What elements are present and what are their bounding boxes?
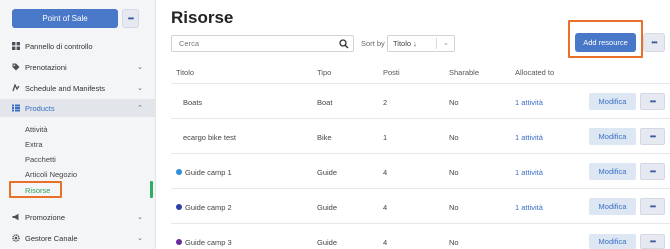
row-type: Guide bbox=[317, 168, 338, 177]
divider bbox=[171, 223, 670, 224]
row-more-button[interactable]: ••• bbox=[640, 234, 665, 249]
row-type: Bike bbox=[317, 133, 332, 142]
row-allocated-link[interactable]: 1 attività bbox=[515, 133, 543, 142]
row-title-cell: Guide camp 2 bbox=[176, 203, 232, 212]
more-options-button[interactable]: ••• bbox=[643, 33, 665, 52]
row-title-cell: Guide camp 3 bbox=[176, 238, 232, 247]
divider bbox=[171, 118, 670, 119]
row-sharable: No bbox=[449, 238, 459, 247]
risorse-highlight-box bbox=[9, 181, 62, 198]
chevron-down-icon: ⌄ bbox=[137, 64, 143, 71]
row-title: Guide camp 1 bbox=[185, 168, 232, 177]
sidebar: Point of Sale ••• Pannello di controllo … bbox=[0, 0, 156, 249]
sidebar-item-gestore-canale[interactable]: Gestore Canale ⌄ bbox=[0, 229, 155, 247]
edit-button[interactable]: Modifica bbox=[589, 128, 636, 145]
search-icon[interactable] bbox=[339, 39, 349, 49]
sidebar-item-label: Promozione bbox=[25, 212, 66, 222]
row-title: ecargo bike test bbox=[183, 133, 236, 142]
color-dot bbox=[176, 169, 182, 176]
row-more-button[interactable]: ••• bbox=[640, 93, 665, 110]
column-header-allocated[interactable]: Allocated to bbox=[515, 68, 554, 77]
row-allocated-link[interactable]: 1 attività bbox=[515, 168, 543, 177]
gear-icon bbox=[11, 234, 20, 243]
search-input[interactable]: Cerca bbox=[171, 35, 354, 52]
divider bbox=[436, 38, 437, 49]
divider bbox=[171, 83, 670, 84]
megaphone-icon bbox=[11, 213, 20, 222]
chevron-down-icon: ⌄ bbox=[443, 40, 449, 47]
row-more-button[interactable]: ••• bbox=[640, 128, 665, 145]
sidebar-item-label: Schedule and Manifests bbox=[25, 83, 106, 93]
row-title: Boats bbox=[183, 98, 203, 107]
sidebar-item-label: Products bbox=[25, 103, 55, 113]
sort-select[interactable]: Titolo ↓ ⌄ bbox=[387, 35, 455, 52]
chevron-down-icon: ⌄ bbox=[137, 214, 143, 221]
chevron-up-icon: ⌃ bbox=[137, 105, 143, 112]
row-seats: 4 bbox=[383, 238, 388, 247]
divider bbox=[171, 153, 670, 154]
tag-icon bbox=[11, 63, 20, 72]
row-seats: 1 bbox=[383, 133, 388, 142]
edit-button[interactable]: Modifica bbox=[589, 163, 636, 180]
color-dot bbox=[176, 239, 182, 246]
column-header-posti[interactable]: Posti bbox=[383, 68, 400, 77]
sidebar-item-schedule[interactable]: Schedule and Manifests ⌄ bbox=[0, 79, 155, 97]
row-title-cell: Guide camp 1 bbox=[176, 168, 232, 177]
row-type: Guide bbox=[317, 238, 338, 247]
column-header-sharable[interactable]: Sharable bbox=[449, 68, 479, 77]
row-allocated-link[interactable]: 1 attività bbox=[515, 203, 543, 212]
chevron-down-icon: ⌄ bbox=[137, 235, 143, 242]
row-type: Guide bbox=[317, 203, 338, 212]
active-indicator bbox=[150, 181, 153, 198]
dashboard-grid-icon bbox=[11, 42, 20, 51]
row-sharable: No bbox=[449, 203, 459, 212]
sidebar-item-products[interactable]: Products ⌃ bbox=[0, 99, 155, 117]
column-header-tipo[interactable]: Tipo bbox=[317, 68, 331, 77]
row-allocated-link[interactable]: 1 attività bbox=[515, 98, 543, 107]
column-header-titolo[interactable]: Titolo bbox=[176, 68, 194, 77]
edit-button[interactable]: Modifica bbox=[589, 234, 636, 249]
route-icon bbox=[11, 84, 20, 93]
sidebar-subitem-pacchetti[interactable]: Pacchetti bbox=[25, 153, 56, 165]
search-placeholder: Cerca bbox=[179, 39, 200, 48]
add-resource-button[interactable]: Add resource bbox=[575, 33, 636, 52]
sidebar-item-dashboard[interactable]: Pannello di controllo bbox=[0, 37, 155, 55]
row-sharable: No bbox=[449, 133, 459, 142]
row-sharable: No bbox=[449, 168, 459, 177]
sort-value: Titolo ↓ bbox=[393, 39, 417, 48]
sidebar-item-prenotazioni[interactable]: Prenotazioni ⌄ bbox=[0, 58, 155, 76]
divider bbox=[171, 188, 670, 189]
edit-button[interactable]: Modifica bbox=[589, 93, 636, 110]
row-seats: 2 bbox=[383, 98, 388, 107]
page-title: Risorse bbox=[171, 8, 234, 27]
row-sharable: No bbox=[449, 98, 459, 107]
sidebar-item-label: Prenotazioni bbox=[25, 62, 67, 72]
edit-button[interactable]: Modifica bbox=[589, 198, 636, 215]
row-type: Boat bbox=[317, 98, 333, 107]
sidebar-subitem-extra[interactable]: Extra bbox=[25, 138, 43, 150]
row-title: Guide camp 2 bbox=[185, 203, 232, 212]
row-seats: 4 bbox=[383, 203, 388, 212]
sidebar-item-promozione[interactable]: Promozione ⌄ bbox=[0, 208, 155, 226]
sidebar-item-label: Gestore Canale bbox=[25, 233, 78, 243]
row-more-button[interactable]: ••• bbox=[640, 163, 665, 180]
pos-more-button[interactable]: ••• bbox=[122, 9, 139, 28]
row-more-button[interactable]: ••• bbox=[640, 198, 665, 215]
sort-label: Sort by bbox=[361, 39, 385, 48]
sidebar-item-label: Pannello di controllo bbox=[25, 41, 93, 51]
chevron-down-icon: ⌄ bbox=[137, 85, 143, 92]
row-title: Guide camp 3 bbox=[185, 238, 232, 247]
list-icon bbox=[11, 104, 20, 113]
color-dot bbox=[176, 204, 182, 211]
point-of-sale-button[interactable]: Point of Sale bbox=[12, 9, 118, 28]
sidebar-subitem-articoli-negozio[interactable]: Articoli Negozio bbox=[25, 168, 77, 180]
row-seats: 4 bbox=[383, 168, 388, 177]
sidebar-subitem-attivita[interactable]: Attività bbox=[25, 123, 48, 135]
